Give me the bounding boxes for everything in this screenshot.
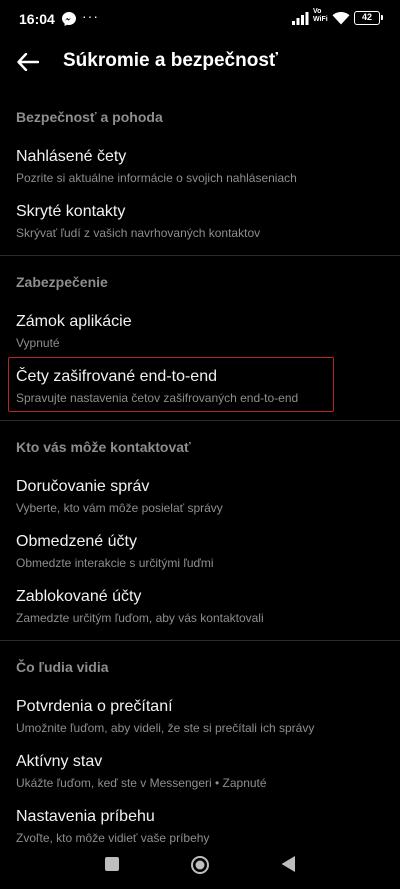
section-title-visibility: Čo ľudia vidia: [16, 659, 109, 675]
setting-item-title: Zámok aplikácie: [16, 313, 132, 330]
section-divider: [0, 255, 400, 256]
setting-item-subtitle: Umožnite ľuďom, aby videli, že ste si pr…: [16, 721, 315, 735]
vowifi-bottom-label: WiFi: [313, 16, 328, 23]
setting-item-subtitle: Obmedzte interakcie s určitými ľuďmi: [16, 556, 214, 570]
setting-item-subtitle: Spravujte nastavenia četov zašifrovaných…: [16, 391, 299, 405]
signal-icon: [292, 12, 309, 25]
section-divider: [0, 420, 400, 421]
messenger-icon: [62, 12, 76, 26]
setting-item-subtitle: Pozrite si aktuálne informácie o svojich…: [16, 171, 297, 185]
status-more-icon: ···: [82, 8, 99, 24]
setting-item-hidden-contacts[interactable]: Skryté kontakty Skrývať ľudí z vašich na…: [0, 203, 400, 255]
setting-item-title: Obmedzené účty: [16, 533, 137, 550]
setting-item-title: Potvrdenia o prečítaní: [16, 698, 173, 715]
section-title-wellbeing: Bezpečnosť a pohoda: [16, 109, 163, 125]
setting-item-title: Skryté kontakty: [16, 203, 126, 220]
setting-item-title: Aktívny stav: [16, 753, 103, 770]
status-bar: 16:04 ··· Vo WiFi 42: [0, 0, 400, 38]
setting-item-reported-chats[interactable]: Nahlásené čety Pozrite si aktuálne infor…: [0, 148, 400, 200]
recent-apps-button[interactable]: [105, 857, 119, 871]
setting-item-title: Doručovanie správ: [16, 478, 150, 495]
app-header: Súkromie a bezpečnosť: [0, 38, 400, 88]
setting-item-subtitle: Zamedzte určitým ľuďom, aby vás kontakto…: [16, 611, 264, 625]
section-title-security: Zabezpečenie: [16, 274, 108, 290]
setting-item-read-receipts[interactable]: Potvrdenia o prečítaní Umožnite ľuďom, a…: [0, 698, 400, 750]
setting-item-subtitle: Vypnuté: [16, 336, 60, 350]
setting-item-title: Čety zašifrované end-to-end: [16, 368, 217, 385]
vowifi-top-label: Vo: [313, 8, 322, 15]
section-title-contact: Kto vás môže kontaktovať: [16, 439, 191, 455]
setting-item-message-delivery[interactable]: Doručovanie správ Vyberte, kto vám môže …: [0, 478, 400, 530]
home-button[interactable]: [190, 855, 210, 875]
setting-item-end-to-end-chats[interactable]: Čety zašifrované end-to-end Spravujte na…: [0, 368, 400, 420]
setting-item-subtitle: Vyberte, kto vám môže posielať správy: [16, 501, 223, 515]
arrow-left-icon: [17, 53, 39, 71]
vowifi-icon: Vo WiFi: [313, 8, 328, 24]
page-title: Súkromie a bezpečnosť: [63, 50, 279, 71]
battery-icon: 42: [354, 11, 383, 25]
system-nav-bar: [0, 843, 400, 889]
setting-item-active-status[interactable]: Aktívny stav Ukážte ľuďom, keď ste v Mes…: [0, 753, 400, 805]
setting-item-subtitle: Skrývať ľudí z vašich navrhovaných konta…: [16, 226, 261, 240]
status-time: 16:04: [19, 11, 55, 27]
setting-item-blocked-accounts[interactable]: Zablokované účty Zamedzte určitým ľuďom,…: [0, 588, 400, 640]
setting-item-title: Nastavenia príbehu: [16, 808, 155, 825]
back-button[interactable]: [14, 48, 42, 76]
setting-item-restricted-accounts[interactable]: Obmedzené účty Obmedzte interakcie s urč…: [0, 533, 400, 585]
wifi-icon: [332, 12, 350, 25]
battery-level: 42: [361, 12, 372, 22]
back-triangle-button[interactable]: [280, 855, 296, 873]
setting-item-subtitle: Ukážte ľuďom, keď ste v Messengeri • Zap…: [16, 776, 267, 790]
setting-item-title: Nahlásené čety: [16, 148, 127, 165]
section-divider: [0, 640, 400, 641]
setting-item-title: Zablokované účty: [16, 588, 142, 605]
